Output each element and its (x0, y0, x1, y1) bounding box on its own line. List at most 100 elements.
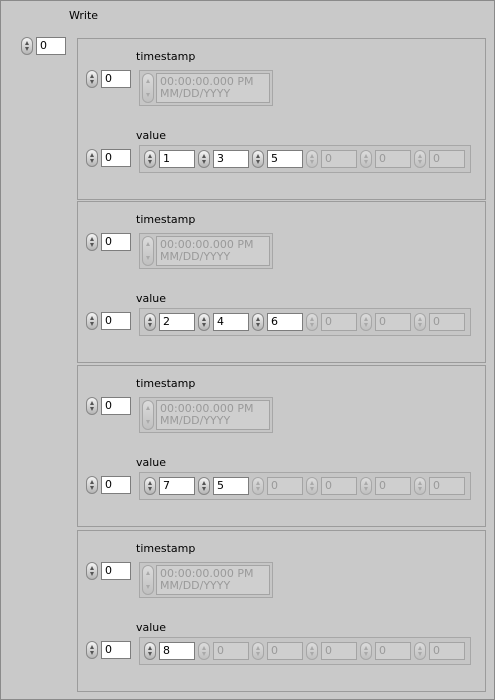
timestamp-label: timestamp (136, 213, 196, 226)
value-label: value (136, 129, 167, 142)
timestamp-date: MM/DD/YYYY (160, 250, 231, 263)
value-input[interactable]: 0 (321, 642, 357, 660)
timestamp-index-input[interactable]: 0 (101, 233, 131, 251)
value-spinner-icon[interactable] (306, 642, 318, 660)
value-index-input[interactable]: 0 (101, 641, 131, 659)
timestamp-spinner-icon[interactable] (142, 400, 154, 430)
panel-frame: Write 0 timestamp 0 00:00:00.000 PM MM/DD/Y… (0, 0, 495, 700)
value-index-input[interactable]: 0 (101, 149, 131, 167)
timestamp-field[interactable]: 00:00:00.000 PM MM/DD/YYYY (156, 400, 270, 430)
value-input[interactable]: 6 (267, 313, 303, 331)
timestamp-label: timestamp (136, 377, 196, 390)
timestamp-label: timestamp (136, 542, 196, 555)
value-input[interactable]: 0 (429, 313, 465, 331)
value-input[interactable]: 0 (267, 477, 303, 495)
value-label: value (136, 292, 167, 305)
value-input[interactable]: 0 (321, 150, 357, 168)
value-input[interactable]: 4 (213, 313, 249, 331)
value-spinner-icon[interactable] (414, 642, 426, 660)
value-spinner-icon[interactable] (144, 150, 156, 168)
timestamp-spinner-icon[interactable] (142, 236, 154, 266)
value-spinner-icon[interactable] (252, 313, 264, 331)
value-input[interactable]: 0 (375, 313, 411, 331)
timestamp-index-input[interactable]: 0 (101, 70, 131, 88)
timestamp-date: MM/DD/YYYY (160, 414, 231, 427)
value-spinner-icon[interactable] (360, 150, 372, 168)
value-input[interactable]: 0 (375, 477, 411, 495)
array-label: Write (69, 9, 99, 22)
value-index-spinner-icon[interactable] (86, 149, 98, 167)
timestamp-date: MM/DD/YYYY (160, 87, 231, 100)
value-spinner-icon[interactable] (360, 477, 372, 495)
cluster-element: timestamp 0 00:00:00.000 PM MM/DD/YYYY value… (77, 365, 486, 527)
value-array: 246000 (139, 308, 471, 336)
timestamp-field[interactable]: 00:00:00.000 PM MM/DD/YYYY (156, 236, 270, 266)
timestamp-spinner-icon[interactable] (142, 565, 154, 595)
value-spinner-icon[interactable] (198, 477, 210, 495)
value-spinner-icon[interactable] (306, 150, 318, 168)
value-input[interactable]: 0 (375, 150, 411, 168)
value-input[interactable]: 5 (213, 477, 249, 495)
timestamp-index-spinner-icon[interactable] (86, 562, 98, 580)
value-spinner-icon[interactable] (306, 477, 318, 495)
value-spinner-icon[interactable] (252, 642, 264, 660)
value-array: 135000 (139, 145, 471, 173)
value-label: value (136, 456, 167, 469)
timestamp-field[interactable]: 00:00:00.000 PM MM/DD/YYYY (156, 73, 270, 103)
value-input[interactable]: 5 (267, 150, 303, 168)
timestamp-index-input[interactable]: 0 (101, 397, 131, 415)
value-input[interactable]: 0 (429, 477, 465, 495)
array-index-input[interactable]: 0 (36, 37, 66, 55)
timestamp-label: timestamp (136, 50, 196, 63)
value-input[interactable]: 0 (375, 642, 411, 660)
timestamp-index-spinner-icon[interactable] (86, 397, 98, 415)
value-spinner-icon[interactable] (414, 477, 426, 495)
timestamp-control[interactable]: 00:00:00.000 PM MM/DD/YYYY (139, 233, 273, 269)
array-index-spinner-icon[interactable] (21, 37, 33, 55)
value-input[interactable]: 0 (321, 313, 357, 331)
timestamp-spinner-icon[interactable] (142, 73, 154, 103)
timestamp-control[interactable]: 00:00:00.000 PM MM/DD/YYYY (139, 397, 273, 433)
value-input[interactable]: 0 (429, 150, 465, 168)
value-index-spinner-icon[interactable] (86, 476, 98, 494)
value-input[interactable]: 2 (159, 313, 195, 331)
cluster-element: timestamp 0 00:00:00.000 PM MM/DD/YYYY value… (77, 530, 486, 692)
value-spinner-icon[interactable] (252, 477, 264, 495)
timestamp-index-spinner-icon[interactable] (86, 70, 98, 88)
cluster-element: timestamp 0 00:00:00.000 PM MM/DD/YYYY value… (77, 38, 486, 200)
value-spinner-icon[interactable] (198, 642, 210, 660)
cluster-element: timestamp 0 00:00:00.000 PM MM/DD/YYYY value… (77, 201, 486, 363)
timestamp-index-spinner-icon[interactable] (86, 233, 98, 251)
value-input[interactable]: 1 (159, 150, 195, 168)
value-input[interactable]: 0 (267, 642, 303, 660)
timestamp-field[interactable]: 00:00:00.000 PM MM/DD/YYYY (156, 565, 270, 595)
value-array: 750000 (139, 472, 471, 500)
value-spinner-icon[interactable] (360, 642, 372, 660)
value-spinner-icon[interactable] (414, 150, 426, 168)
value-spinner-icon[interactable] (198, 313, 210, 331)
value-input[interactable]: 0 (213, 642, 249, 660)
value-index-spinner-icon[interactable] (86, 312, 98, 330)
value-input[interactable]: 3 (213, 150, 249, 168)
value-spinner-icon[interactable] (144, 642, 156, 660)
value-input[interactable]: 7 (159, 477, 195, 495)
value-spinner-icon[interactable] (144, 477, 156, 495)
value-label: value (136, 621, 167, 634)
timestamp-date: MM/DD/YYYY (160, 579, 231, 592)
value-spinner-icon[interactable] (144, 313, 156, 331)
value-index-input[interactable]: 0 (101, 312, 131, 330)
value-spinner-icon[interactable] (306, 313, 318, 331)
timestamp-control[interactable]: 00:00:00.000 PM MM/DD/YYYY (139, 70, 273, 106)
value-spinner-icon[interactable] (198, 150, 210, 168)
value-spinner-icon[interactable] (414, 313, 426, 331)
value-array: 800000 (139, 637, 471, 665)
value-index-spinner-icon[interactable] (86, 641, 98, 659)
value-input[interactable]: 8 (159, 642, 195, 660)
value-index-input[interactable]: 0 (101, 476, 131, 494)
value-spinner-icon[interactable] (360, 313, 372, 331)
timestamp-index-input[interactable]: 0 (101, 562, 131, 580)
value-spinner-icon[interactable] (252, 150, 264, 168)
timestamp-control[interactable]: 00:00:00.000 PM MM/DD/YYYY (139, 562, 273, 598)
value-input[interactable]: 0 (321, 477, 357, 495)
value-input[interactable]: 0 (429, 642, 465, 660)
